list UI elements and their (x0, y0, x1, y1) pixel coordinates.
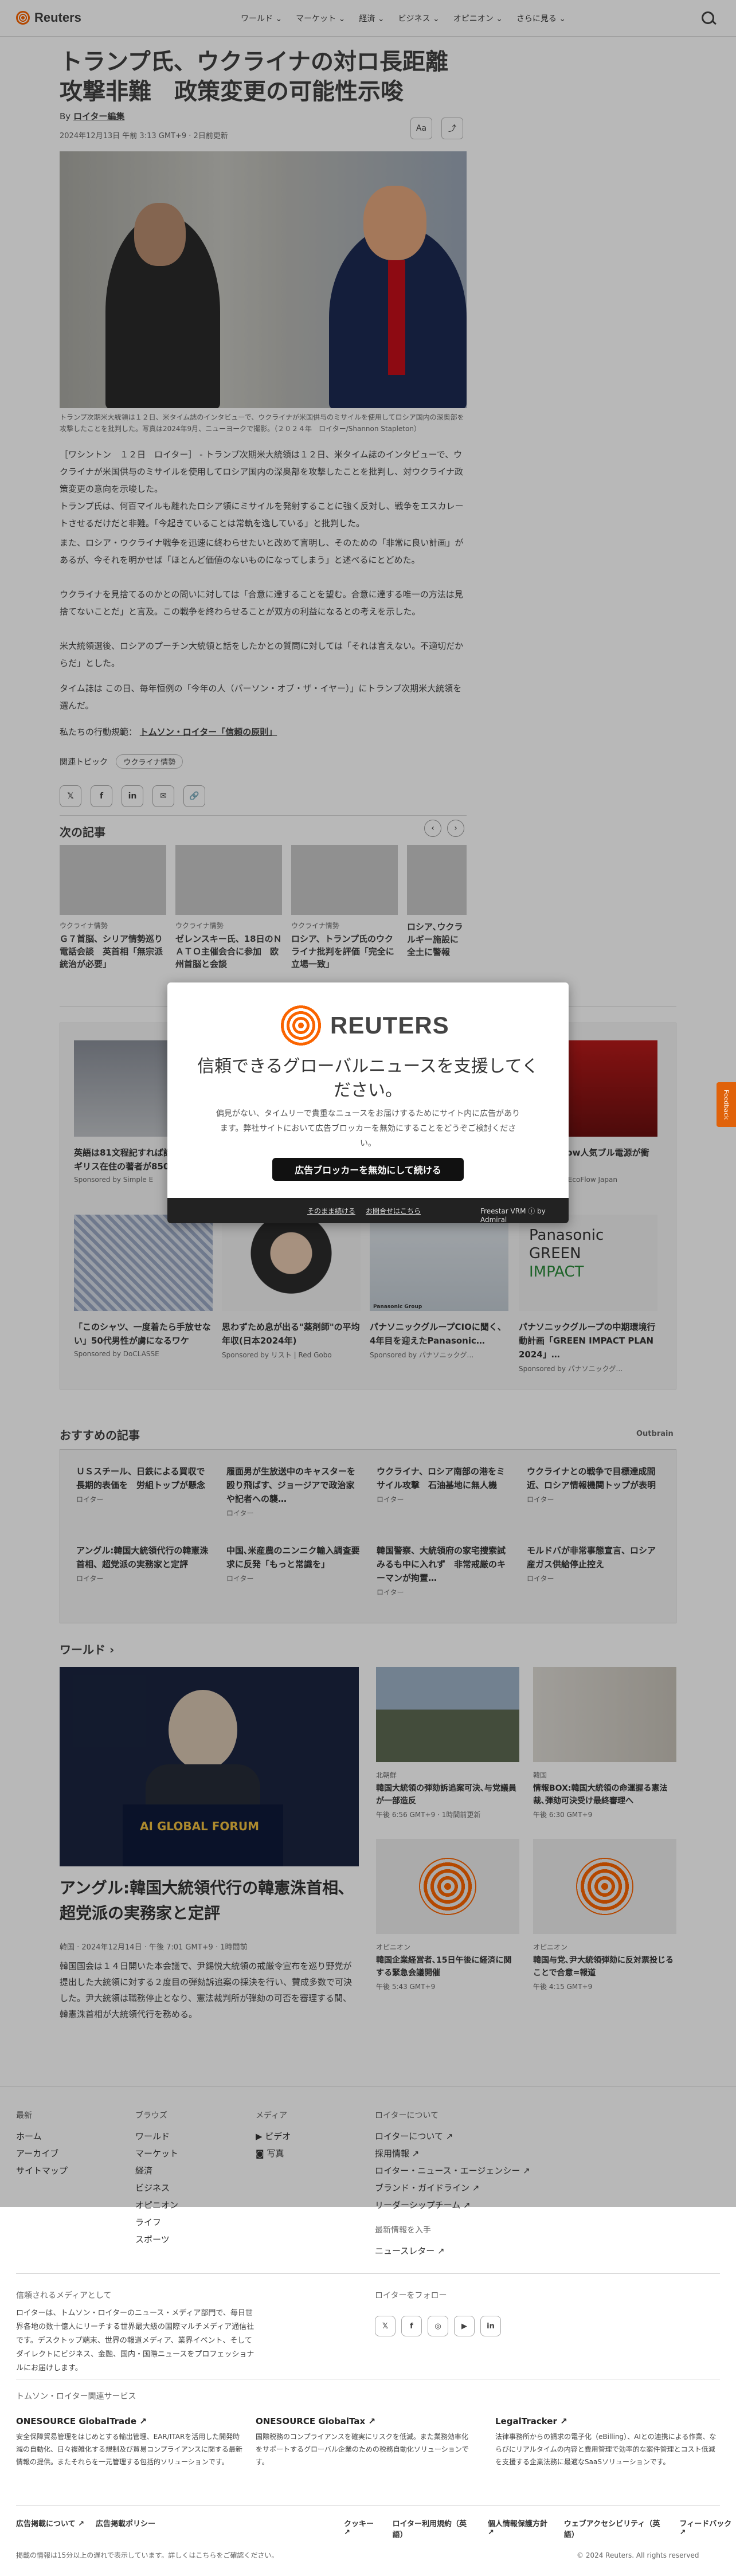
powered-by: Freestar VRM ⓘ by Admiral (480, 1207, 546, 1223)
footer-link[interactable]: 広告掲載ポリシー (96, 2518, 155, 2528)
modal-description: 偏見がない、タイムリーで貴重なニュースをお届けするためにサイト内に広告があります… (216, 1109, 520, 1148)
footer-trusted-text: ロイターは、トムソン・ロイターのニュース・メディア部門で、毎日世界各地の数十億人… (16, 2309, 255, 2373)
instagram-icon[interactable]: ◎ (428, 2316, 448, 2336)
social-links: 𝕏 f ◎ ▶ in (375, 2316, 501, 2336)
reuters-logo-icon (280, 1004, 322, 1047)
footer-heading: 最新情報を入手 (375, 2226, 431, 2235)
footer-bottom-links: 広告掲載について ↗ 広告掲載ポリシー (16, 2518, 155, 2528)
modal-logo: REUTERS (280, 1004, 449, 1047)
service-link[interactable]: ONESOURCE GlobalTrade ↗ (16, 2414, 245, 2428)
footer-link[interactable]: スポーツ (135, 2231, 178, 2248)
service-link[interactable]: ONESOURCE GlobalTax ↗ (256, 2414, 485, 2428)
service-link[interactable]: LegalTracker ↗ (495, 2414, 720, 2428)
footer-link[interactable]: 個人情報保護方針 ↗ (488, 2518, 551, 2539)
footer-heading: 信頼されるメディアとして (16, 2291, 112, 2300)
linkedin-icon[interactable]: in (480, 2316, 501, 2336)
footer-heading: ロイターをフォロー (375, 2291, 447, 2300)
youtube-icon[interactable]: ▶ (454, 2316, 475, 2336)
adblock-modal: REUTERS 信頼できるグローバルニュースを支援してください。 偏見がない、タ… (167, 982, 569, 1223)
footer-link[interactable]: ライフ (135, 2214, 178, 2231)
footer-link[interactable]: フィードバック ↗ (679, 2518, 736, 2539)
footer-link[interactable]: ロイター利用規約（英語） (393, 2518, 475, 2539)
service-desc: 法律事務所からの請求の電子化（eBilling）、AIとの連携による作業、ならび… (495, 2433, 717, 2466)
disable-adblock-button[interactable]: 広告ブロッカーを無効にして続ける (272, 1158, 464, 1181)
feedback-tab[interactable]: Feedback (717, 1082, 736, 1127)
modal-footer-bar: そのまま続ける お問合せはこちら Freestar VRM ⓘ by Admir… (167, 1198, 569, 1223)
contact-link[interactable]: お問合せはこちら (366, 1206, 421, 1216)
facebook-icon[interactable]: f (401, 2316, 422, 2336)
divider (16, 2273, 720, 2274)
footer-legal-links: クッキー ↗ ロイター利用規約（英語） 個人情報保護方針 ↗ ウェブアクセシビリ… (344, 2518, 736, 2539)
copyright: © 2024 Reuters. All rights reserved (577, 2551, 699, 2559)
footer-link[interactable]: クッキー ↗ (344, 2518, 380, 2539)
service-desc: 国際税務のコンプライアンスを確実にリスクを低減。また業務効率化をサポートするグロ… (256, 2433, 469, 2466)
modal-brand: REUTERS (330, 1012, 449, 1039)
data-delay-notice: 掲載の情報は15分以上の遅れで表示しています。詳しくはこちらをご確認ください。 (16, 2551, 279, 2559)
service-desc: 安全保障貿易管理をはじめとする輸出管理、EAR/ITARを活用した開発時減の自動… (16, 2433, 242, 2466)
newsletter-link[interactable]: ニュースレター ↗ (375, 2242, 530, 2260)
footer-heading: トムソン・ロイター関連サービス (16, 2392, 136, 2401)
continue-link[interactable]: そのまま続ける (307, 1206, 355, 1216)
modal-title: 信頼できるグローバルニュースを支援してください。 (197, 1056, 539, 1101)
footer-link[interactable]: ウェブアクセシビリティ（英語） (564, 2518, 667, 2539)
footer-link[interactable]: 広告掲載について ↗ (16, 2518, 84, 2528)
x-icon[interactable]: 𝕏 (375, 2316, 396, 2336)
